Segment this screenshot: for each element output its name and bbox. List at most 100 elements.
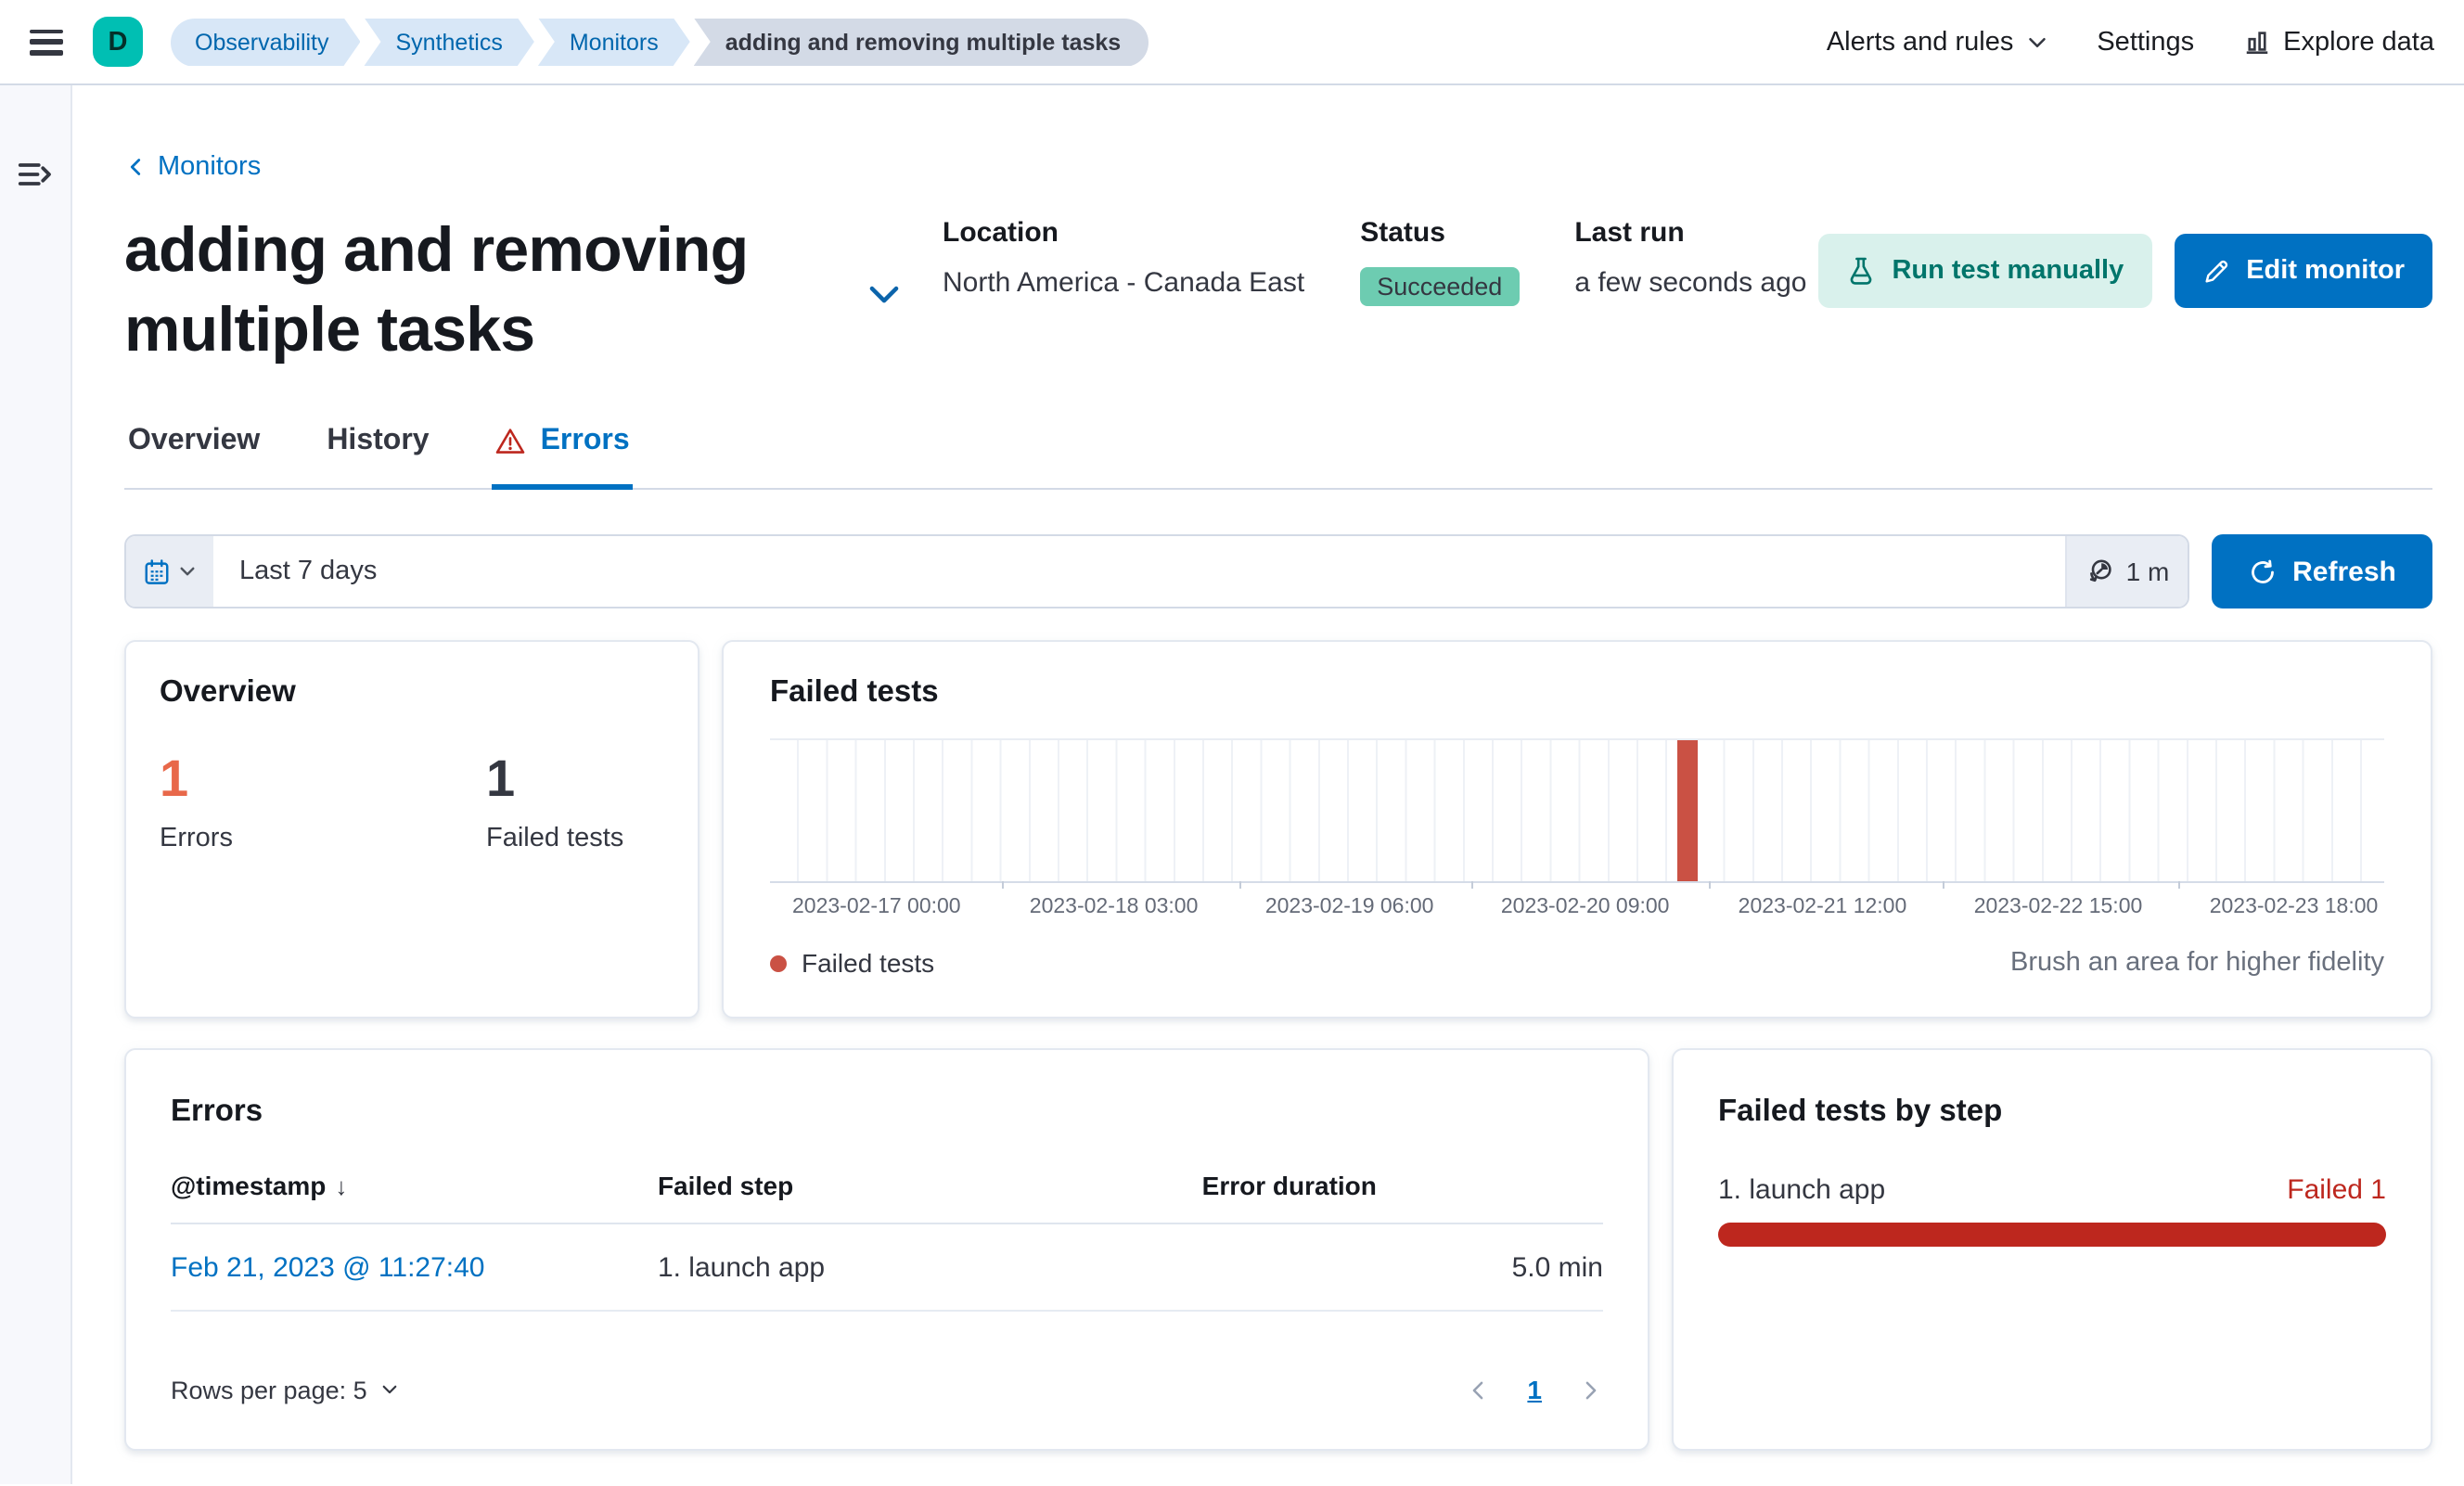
edit-monitor-button[interactable]: Edit monitor bbox=[2174, 234, 2432, 308]
last-run-value: a few seconds ago bbox=[1574, 267, 1807, 299]
breadcrumb-observability[interactable]: Observability bbox=[171, 18, 361, 66]
overview-stats: 1 Errors 1 Failed tests bbox=[160, 749, 664, 853]
failed-tests-stat-value: 1 bbox=[486, 749, 516, 807]
errors-table: @timestamp ↓ Failed step Error duration F… bbox=[171, 1171, 1603, 1312]
legend-item-failed-tests[interactable]: Failed tests bbox=[770, 948, 934, 978]
errors-stat-value: 1 bbox=[160, 749, 189, 807]
monitor-tabs: Overview History Errors bbox=[124, 425, 2432, 490]
step-failed-bar bbox=[1718, 1223, 2386, 1247]
refresh-button[interactable]: Refresh bbox=[2212, 534, 2432, 608]
failed-tests-chart-title: Failed tests bbox=[770, 675, 939, 709]
menu-hamburger-icon[interactable] bbox=[30, 29, 63, 55]
x-axis-tickmark bbox=[1002, 881, 1005, 889]
chevron-down-icon bbox=[2026, 31, 2048, 53]
previous-page-chevron-icon[interactable] bbox=[1466, 1377, 1490, 1402]
x-axis-tick-label: 2023-02-22 15:00 bbox=[1973, 896, 2143, 918]
tab-history[interactable]: History bbox=[323, 425, 432, 490]
location-value: North America - Canada East bbox=[943, 267, 1305, 299]
error-failed-step: 1. launch app bbox=[657, 1223, 1202, 1312]
failed-by-step-title: Failed tests by step bbox=[1718, 1095, 2003, 1128]
monitor-meta: Location North America - Canada East Sta… bbox=[943, 217, 1807, 369]
app-body: Monitors adding and removing multiple ta… bbox=[0, 85, 2464, 1484]
status-badge: Succeeded bbox=[1360, 267, 1520, 306]
date-range-display[interactable]: Last 7 days bbox=[213, 536, 2065, 607]
navbar-right: Alerts and rules Settings Explore data bbox=[1827, 27, 2434, 57]
pagination: 1 bbox=[1466, 1375, 1603, 1404]
x-axis-tickmark bbox=[2177, 881, 2180, 889]
step-failed-count: Failed 1 bbox=[2287, 1174, 2386, 1206]
table-footer: Rows per page: 5 1 bbox=[171, 1375, 1603, 1404]
chevron-down-icon bbox=[178, 562, 197, 581]
x-axis-tick-label: 2023-02-19 06:00 bbox=[1264, 896, 1434, 918]
top-navbar: D Observability Synthetics Monitors addi… bbox=[0, 0, 2464, 85]
status-label: Status bbox=[1360, 217, 1445, 249]
warning-triangle-icon bbox=[496, 427, 526, 456]
location-label: Location bbox=[943, 217, 1059, 249]
errors-panel: Errors @timestamp ↓ Failed step Error dur… bbox=[124, 1048, 1649, 1451]
failed-tests-stat: 1 Failed tests bbox=[486, 749, 664, 853]
meta-status: Status Succeeded bbox=[1360, 217, 1520, 369]
timer-refresh-icon bbox=[2085, 557, 2115, 586]
legend-dot-icon bbox=[770, 954, 787, 971]
table-row: Feb 21, 2023 @ 11:27:40 1. launch app 5.… bbox=[171, 1223, 1603, 1312]
pencil-icon bbox=[2201, 257, 2229, 285]
expand-sidebar-icon[interactable] bbox=[17, 156, 54, 193]
space-avatar[interactable]: D bbox=[93, 17, 143, 67]
meta-last-run: Last run a few seconds ago bbox=[1574, 217, 1806, 369]
breadcrumb: Observability Synthetics Monitors adding… bbox=[171, 18, 1152, 66]
date-picker-quick-menu[interactable] bbox=[126, 536, 213, 607]
errors-stat-label: Errors bbox=[160, 823, 233, 853]
last-run-label: Last run bbox=[1574, 217, 1685, 249]
column-header-timestamp[interactable]: @timestamp ↓ bbox=[171, 1171, 658, 1224]
error-timestamp-link[interactable]: Feb 21, 2023 @ 11:27:40 bbox=[171, 1252, 485, 1284]
page-header: adding and removing multiple tasks Locat… bbox=[124, 211, 2432, 369]
breadcrumb-current-page: adding and removing multiple tasks bbox=[693, 18, 1149, 66]
flask-icon bbox=[1845, 256, 1875, 286]
super-date-picker: Last 7 days 1 m bbox=[124, 534, 2189, 608]
tab-errors[interactable]: Errors bbox=[492, 425, 634, 490]
error-duration: 5.0 min bbox=[1201, 1223, 1603, 1312]
x-axis-tick-label: 2023-02-18 03:00 bbox=[1029, 896, 1199, 918]
x-axis-tick-label: 2023-02-21 12:00 bbox=[1738, 896, 1907, 918]
x-axis-tickmark bbox=[1709, 881, 1712, 889]
monitor-select-chevron-down-icon[interactable] bbox=[866, 276, 902, 312]
refresh-interval-control[interactable]: 1 m bbox=[2065, 536, 2188, 607]
rows-per-page-selector[interactable]: Rows per page: 5 bbox=[171, 1376, 399, 1403]
errors-stat: 1 Errors bbox=[160, 749, 486, 853]
settings-link[interactable]: Settings bbox=[2097, 27, 2194, 57]
page-number-1[interactable]: 1 bbox=[1527, 1375, 1542, 1404]
failed-tests-plot[interactable] bbox=[770, 738, 2384, 889]
nav-rail bbox=[0, 85, 72, 1484]
failed-tests-by-step-panel: Failed tests by step 1. launch app Faile… bbox=[1672, 1048, 2432, 1451]
x-axis-tick-label: 2023-02-23 18:00 bbox=[2209, 896, 2379, 918]
step-list-item: 1. launch app Failed 1 bbox=[1718, 1174, 2386, 1247]
failed-tests-stat-label: Failed tests bbox=[486, 823, 624, 853]
tab-overview[interactable]: Overview bbox=[124, 425, 263, 490]
chevron-left-icon bbox=[124, 156, 147, 178]
explore-data-link[interactable]: Explore data bbox=[2242, 27, 2434, 57]
header-actions: Run test manually Edit monitor bbox=[1817, 234, 2432, 369]
page-title: adding and removing multiple tasks bbox=[124, 215, 749, 365]
failed-test-bar[interactable] bbox=[1676, 740, 1698, 881]
next-page-chevron-icon[interactable] bbox=[1579, 1377, 1603, 1402]
breadcrumb-monitors[interactable]: Monitors bbox=[538, 18, 690, 66]
column-header-failed-step: Failed step bbox=[657, 1171, 1202, 1224]
x-axis-tickmark bbox=[1942, 881, 1944, 889]
x-axis-tickmark bbox=[1470, 881, 1473, 889]
chevron-down-icon bbox=[380, 1380, 399, 1399]
back-to-monitors-link[interactable]: Monitors bbox=[124, 152, 261, 182]
x-axis-labels: 2023-02-17 00:00 2023-02-18 03:00 2023-02-… bbox=[770, 896, 2384, 926]
refresh-icon bbox=[2248, 557, 2276, 585]
monitor-detail-page: Monitors adding and removing multiple ta… bbox=[72, 85, 2464, 1484]
app-window: D Observability Synthetics Monitors addi… bbox=[0, 0, 2464, 1486]
alerts-and-rules-menu[interactable]: Alerts and rules bbox=[1827, 27, 2049, 57]
sort-desc-arrow-icon: ↓ bbox=[335, 1172, 348, 1200]
chart-footer: Failed tests Brush an area for higher fi… bbox=[770, 948, 2384, 978]
calendar-icon bbox=[143, 557, 171, 585]
breadcrumb-synthetics[interactable]: Synthetics bbox=[365, 18, 534, 66]
details-row: Errors @timestamp ↓ Failed step Error dur… bbox=[124, 1048, 2432, 1451]
overview-panel: Overview 1 Errors 1 Failed tests bbox=[124, 640, 699, 1018]
meta-location: Location North America - Canada East bbox=[943, 217, 1304, 369]
step-label: 1. launch app bbox=[1718, 1174, 1886, 1206]
run-test-manually-button[interactable]: Run test manually bbox=[1817, 234, 2152, 308]
